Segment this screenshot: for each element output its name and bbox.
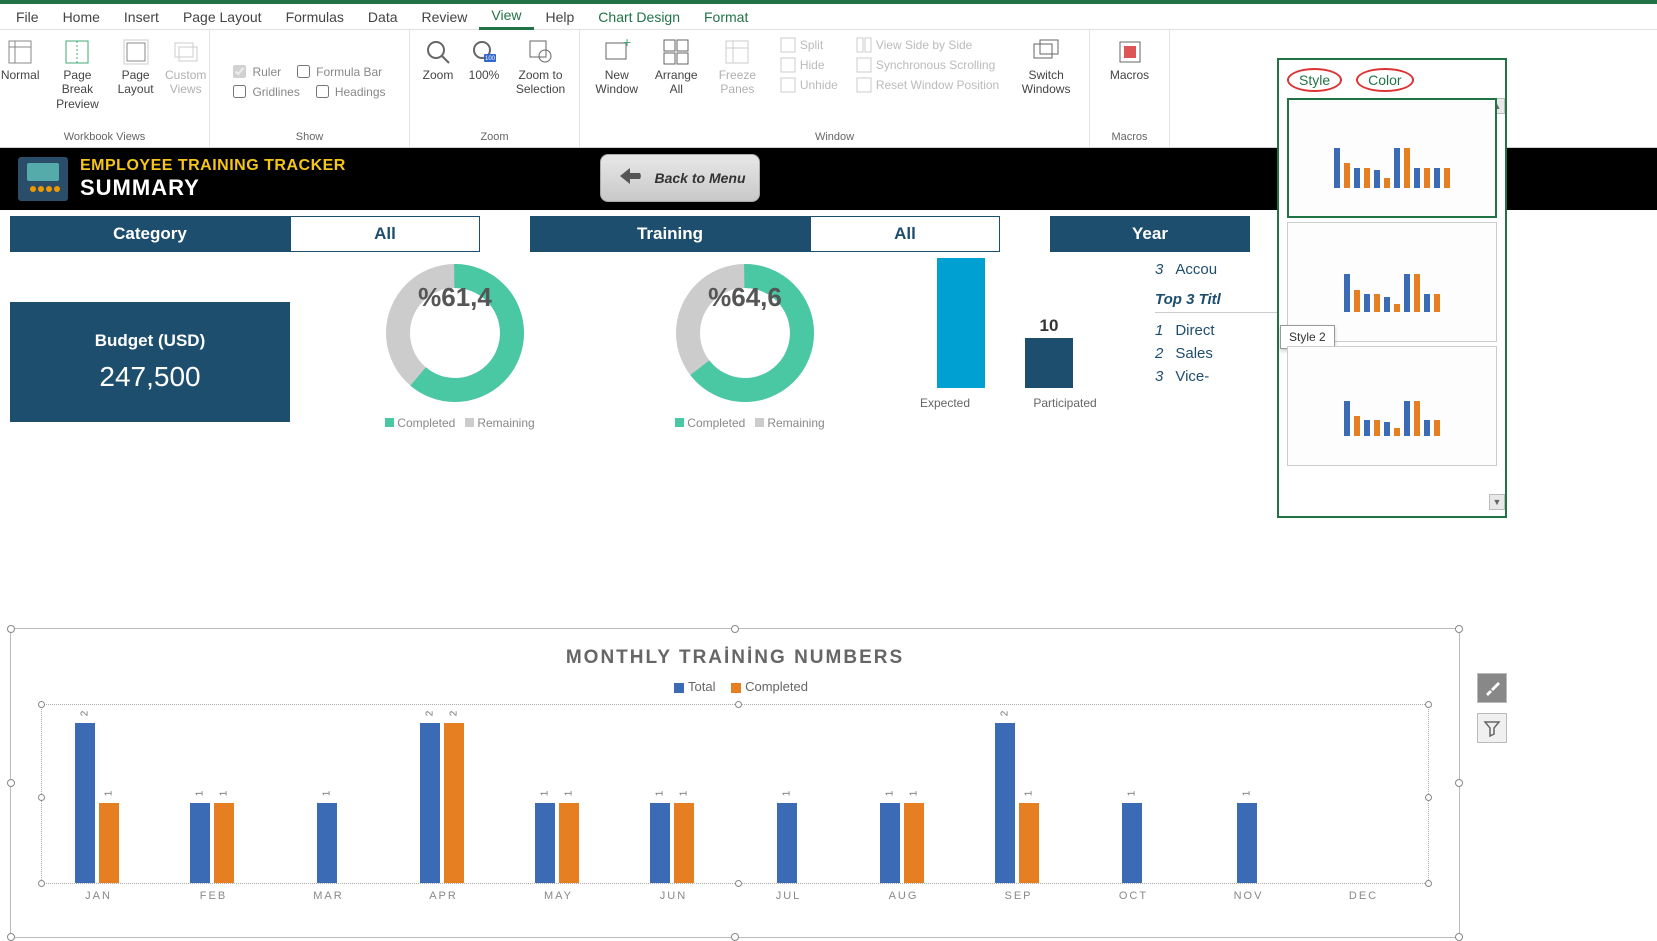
btn-zoom-100[interactable]: 100100% [462, 34, 506, 86]
month-group: 1 [1087, 803, 1177, 883]
tab-file[interactable]: File [4, 5, 51, 29]
funnel-icon [1483, 719, 1501, 737]
color-tab[interactable]: Color [1356, 68, 1413, 92]
group-label: Show [216, 129, 403, 145]
month-group: 1 [282, 803, 372, 883]
chart-style-pane: Style Color ▲ Style 2 ▼ [1277, 58, 1507, 518]
tab-insert[interactable]: Insert [112, 5, 171, 29]
btn-unhide: Unhide [776, 76, 842, 94]
tab-help[interactable]: Help [534, 5, 587, 29]
donut1-legend: CompletedRemaining [320, 416, 590, 430]
btn-page-layout-view[interactable]: Page Layout [113, 34, 159, 101]
svg-text:+: + [623, 38, 631, 50]
btn-new-window[interactable]: +New Window [586, 34, 648, 101]
style-option-1[interactable] [1287, 98, 1497, 218]
plot-area[interactable]: 211112211111112111 [41, 704, 1429, 884]
btn-hide: Hide [776, 56, 842, 74]
btn-normal-view[interactable]: Normal [0, 34, 42, 86]
chart-legend[interactable]: Total Completed [11, 679, 1459, 694]
month-group: 11 [167, 803, 257, 883]
menu-bar: File Home Insert Page Layout Formulas Da… [0, 4, 1657, 30]
donut2-percent: %64,6 [610, 282, 880, 313]
btn-zoom-selection[interactable]: Zoom to Selection [508, 34, 573, 101]
participation-chart: 10 ExpectedParticipated [870, 258, 1140, 428]
btn-macros[interactable]: Macros [1104, 34, 1155, 86]
donut-chart-1: %61,4 CompletedRemaining [320, 258, 590, 430]
donut-chart-2: %64,6 CompletedRemaining [610, 258, 880, 430]
month-group: 1 [1202, 803, 1292, 883]
group-label: Macros [1096, 129, 1163, 145]
btn-arrange-all[interactable]: Arrange All [650, 34, 704, 101]
btn-switch-windows[interactable]: Switch Windows [1009, 34, 1083, 101]
month-group: 22 [397, 723, 487, 883]
chart-styles-button[interactable] [1477, 673, 1507, 703]
btn-split: Split [776, 36, 842, 54]
tab-view[interactable]: View [479, 3, 533, 30]
chart-title[interactable]: MONTHLY TRAİNİNG NUMBERS [11, 647, 1459, 669]
tab-data[interactable]: Data [356, 5, 410, 29]
monthly-chart-selected[interactable]: MONTHLY TRAİNİNG NUMBERS Total Completed… [10, 628, 1460, 938]
filter-training-label: Training [530, 216, 810, 252]
scroll-down[interactable]: ▼ [1489, 494, 1505, 510]
filter-category-value[interactable]: All [290, 216, 480, 252]
style-tab[interactable]: Style [1287, 68, 1342, 92]
tab-page-layout[interactable]: Page Layout [171, 5, 274, 29]
tab-format[interactable]: Format [692, 5, 760, 29]
tab-chart-design[interactable]: Chart Design [586, 5, 692, 29]
chk-formula-bar[interactable]: Formula Bar [289, 63, 390, 81]
style-option-3[interactable] [1287, 346, 1497, 466]
chk-gridlines[interactable]: Gridlines [225, 83, 307, 101]
btn-sync-scroll: Synchronous Scrolling [852, 56, 1003, 74]
dashboard-subtitle: SUMMARY [80, 175, 346, 201]
budget-value: 247,500 [99, 361, 200, 393]
paintbrush-icon [1483, 679, 1501, 697]
month-group: 11 [512, 803, 602, 883]
tab-formulas[interactable]: Formulas [274, 5, 356, 29]
tab-review[interactable]: Review [410, 5, 480, 29]
donut1-percent: %61,4 [320, 282, 590, 313]
style-option-2[interactable]: Style 2 [1287, 222, 1497, 342]
btn-page-break-preview[interactable]: Page Break Preview [44, 34, 111, 115]
budget-label: Budget (USD) [95, 331, 205, 351]
x-axis[interactable]: JANFEBMARAPRMAYJUNJULAUGSEPOCTNOVDEC [41, 890, 1429, 902]
bar-participated: 10 [1025, 338, 1073, 388]
month-group: 11 [627, 803, 717, 883]
btn-reset-position: Reset Window Position [852, 76, 1003, 94]
chk-headings[interactable]: Headings [308, 83, 394, 101]
month-group: 21 [972, 723, 1062, 883]
filter-category-label: Category [10, 216, 290, 252]
group-label: Window [586, 129, 1083, 145]
month-group: 11 [857, 803, 947, 883]
dashboard-icon: ⬤ [18, 157, 68, 201]
donut2-legend: CompletedRemaining [610, 416, 880, 430]
filter-training-value[interactable]: All [810, 216, 1000, 252]
filter-year-label: Year [1050, 216, 1250, 252]
btn-freeze-panes: Freeze Panes [705, 34, 770, 101]
svg-text:100: 100 [485, 56, 496, 62]
bar-expected [937, 258, 985, 388]
btn-custom-views: Custom Views [161, 34, 211, 101]
group-label: Zoom [416, 129, 573, 145]
btn-side-by-side: View Side by Side [852, 36, 1003, 54]
back-to-menu-button[interactable]: Back to Menu [600, 154, 760, 202]
month-group: 1 [742, 803, 832, 883]
chk-ruler[interactable]: Ruler [225, 63, 289, 81]
chart-filter-button[interactable] [1477, 713, 1507, 743]
tab-home[interactable]: Home [51, 5, 112, 29]
month-group: 21 [52, 723, 142, 883]
dashboard-title: EMPLOYEE TRAINING TRACKER [80, 157, 346, 175]
btn-zoom[interactable]: Zoom [416, 34, 460, 86]
budget-card: Budget (USD) 247,500 [10, 302, 290, 422]
back-arrow-icon [614, 164, 646, 192]
group-label: Workbook Views [6, 129, 203, 145]
